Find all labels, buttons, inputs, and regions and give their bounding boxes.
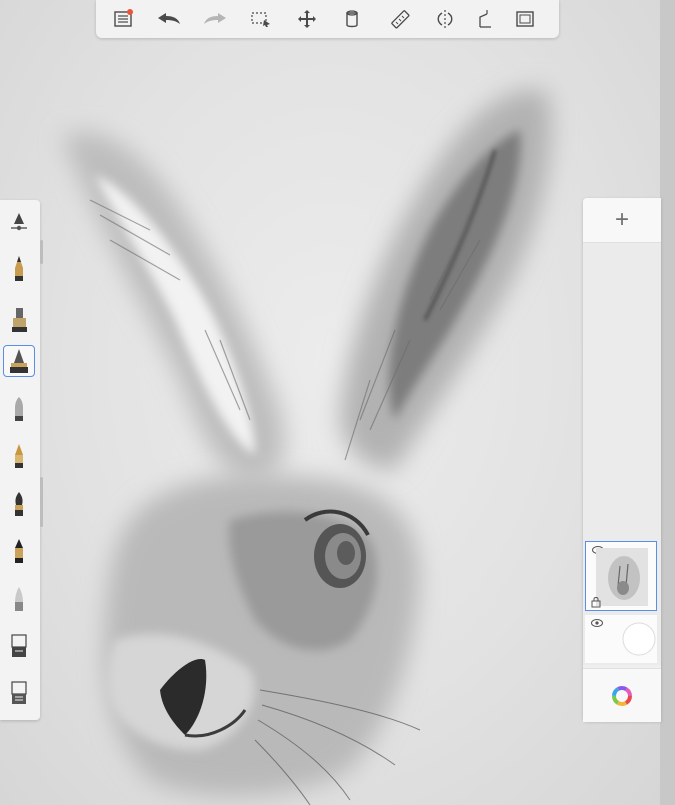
symmetry-tool-button[interactable]	[430, 4, 460, 34]
brush-pencil[interactable]	[3, 253, 35, 285]
symmetry-icon	[437, 10, 453, 28]
layer-background[interactable]	[585, 615, 657, 663]
dashed-select-icon	[251, 12, 270, 27]
add-layer-button[interactable]: +	[583, 198, 661, 243]
paint-brush-icon	[15, 492, 23, 516]
ink-pen-brush-icon	[15, 444, 23, 468]
move-arrows-icon	[298, 10, 316, 28]
soft-eraser-brush-icon	[15, 587, 23, 611]
layer-list	[583, 243, 661, 665]
paint-bucket-icon	[346, 10, 358, 28]
brush-technical-pen[interactable]	[3, 345, 35, 377]
redo-arrow-icon	[204, 13, 226, 24]
redo-button[interactable]	[200, 4, 230, 34]
undo-arrow-icon	[158, 13, 180, 24]
add-layer-label: +	[614, 206, 629, 233]
ruler-tool-button[interactable]	[384, 4, 414, 34]
brush-marker[interactable]	[3, 303, 35, 335]
selection-tool-button[interactable]	[246, 4, 276, 34]
pencil-brush-icon	[15, 256, 23, 281]
fill-tool-button[interactable]	[338, 4, 368, 34]
brush-soft-eraser[interactable]	[3, 583, 35, 615]
perspective-tool-button[interactable]	[476, 4, 494, 34]
transform-tool-button[interactable]	[292, 4, 322, 34]
color-puck-button[interactable]	[583, 668, 661, 722]
hare-drawing	[62, 89, 552, 805]
brush-scroll-indicator-bottom[interactable]	[40, 477, 43, 527]
layer-panel: +	[583, 198, 661, 722]
brush-palette	[0, 200, 40, 720]
brush-smear-eraser[interactable]	[3, 677, 35, 709]
brush-size-puck-icon	[11, 213, 27, 231]
perspective-icon	[479, 10, 491, 28]
visibility-eye-icon[interactable]	[591, 619, 603, 627]
lock-icon[interactable]	[591, 596, 601, 608]
menu-button[interactable]	[108, 4, 138, 34]
fullscreen-button[interactable]	[510, 4, 540, 34]
brush-paint-brush[interactable]	[3, 488, 35, 520]
brush-ink-pen[interactable]	[3, 440, 35, 472]
top-toolbar	[96, 0, 559, 38]
hard-eraser-icon	[11, 634, 27, 657]
fullscreen-icon	[516, 11, 534, 27]
brush-hard-eraser[interactable]	[3, 630, 35, 662]
color-wheel-icon	[612, 685, 632, 706]
smear-eraser-icon	[11, 681, 27, 704]
undo-button[interactable]	[154, 4, 184, 34]
brush-airbrush[interactable]	[3, 393, 35, 425]
brush-scroll-indicator-top[interactable]	[40, 240, 43, 264]
canvas-edge	[660, 0, 675, 805]
technical-pen-brush-icon	[10, 349, 28, 373]
brush-chisel-marker[interactable]	[3, 535, 35, 567]
chisel-marker-brush-icon	[15, 539, 23, 563]
marker-brush-icon	[12, 308, 27, 332]
airbrush-icon	[15, 397, 23, 421]
layer-hare-sketch[interactable]	[585, 541, 657, 611]
brush-size-puck[interactable]	[3, 206, 35, 238]
background-color-swatch	[622, 622, 656, 656]
notification-dot	[127, 9, 133, 15]
layer-thumbnail-image	[596, 548, 648, 606]
ruler-icon	[391, 10, 410, 29]
drawing-canvas[interactable]	[0, 0, 660, 805]
